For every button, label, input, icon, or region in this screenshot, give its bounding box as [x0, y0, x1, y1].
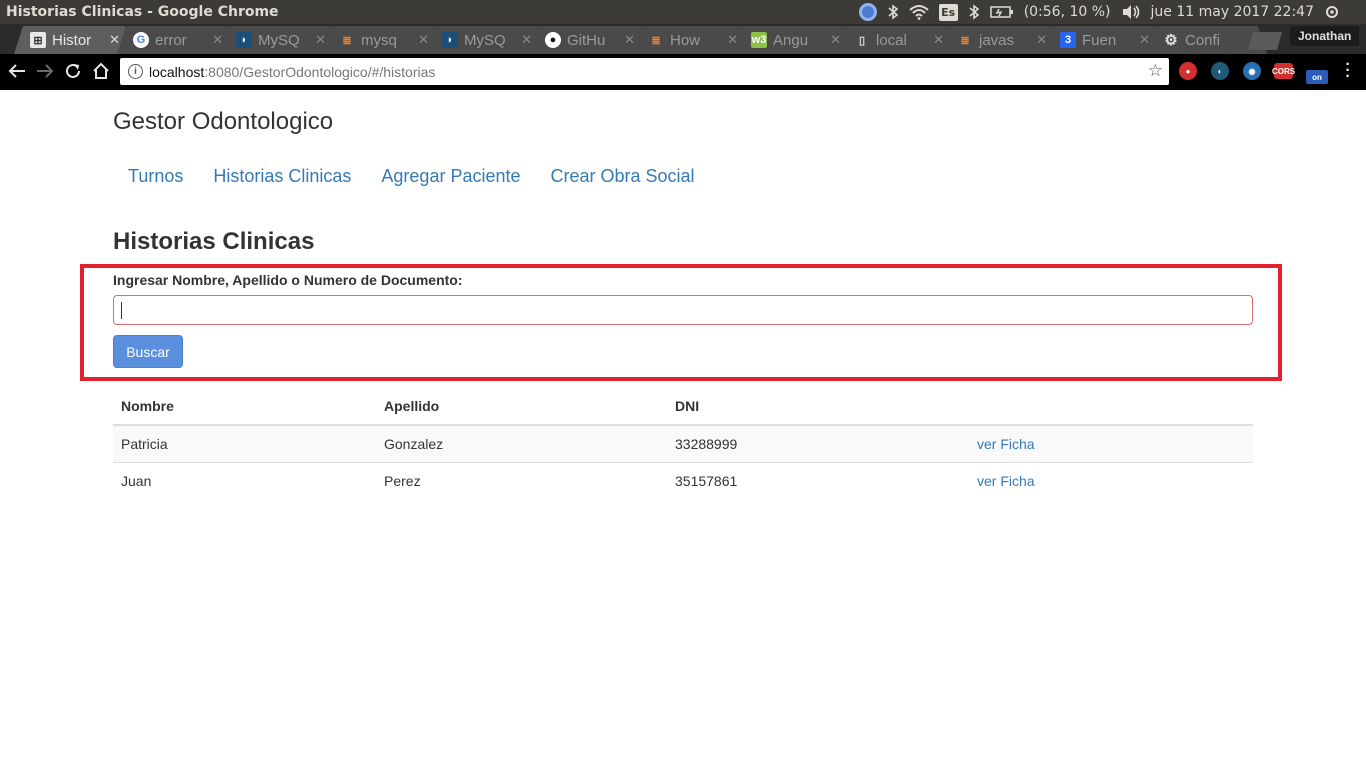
close-icon[interactable]: ✕: [830, 32, 841, 48]
battery-status: (0:56, 10 %): [1023, 4, 1111, 20]
close-icon[interactable]: ✕: [1036, 32, 1047, 48]
tab-historias[interactable]: ⊞ Histor ✕: [14, 26, 134, 54]
close-icon[interactable]: ✕: [624, 32, 635, 48]
tab-mysql-1[interactable]: ◗ MySQ ✕: [220, 26, 340, 54]
url-path: :8080/GestorOdontologico/#/historias: [204, 63, 436, 80]
bluetooth-icon[interactable]: [968, 4, 980, 20]
reload-button[interactable]: [62, 60, 84, 82]
adblock-icon[interactable]: ●: [1179, 62, 1197, 80]
tab-angular[interactable]: w3 Angu ✕: [735, 26, 855, 54]
tab-strip: ⊞ Histor ✕ G error ✕ ◗ MySQ ✕ ≣ mysq ✕ ◗…: [0, 24, 1366, 54]
text-caret: [121, 302, 122, 319]
os-tray: Es (0:56, 10 %) jue 11 may 2017 22:47: [858, 3, 1366, 21]
volume-icon[interactable]: [1121, 4, 1141, 20]
cell-nombre: Patricia: [113, 424, 376, 462]
close-icon[interactable]: ✕: [933, 32, 944, 48]
ver-ficha-link[interactable]: ver Ficha: [977, 436, 1035, 452]
cell-apellido: Perez: [376, 461, 667, 499]
clock[interactable]: jue 11 may 2017 22:47: [1151, 4, 1314, 20]
close-icon[interactable]: ✕: [109, 32, 120, 48]
col-apellido: Apellido: [376, 388, 667, 426]
url-host: localhost: [149, 63, 205, 80]
close-icon[interactable]: ✕: [315, 32, 326, 48]
close-icon[interactable]: ✕: [418, 32, 429, 48]
globe-icon[interactable]: ◉: [1243, 62, 1261, 80]
tab-github[interactable]: ● GitHu ✕: [529, 26, 649, 54]
profile-button[interactable]: Jonathan: [1290, 26, 1360, 46]
col-dni: DNI: [667, 388, 969, 426]
wifi-icon[interactable]: [909, 4, 929, 20]
search-input[interactable]: [113, 295, 1253, 325]
col-action: [969, 388, 1253, 426]
on-icon[interactable]: on: [1306, 70, 1328, 84]
info-icon[interactable]: i: [128, 64, 143, 79]
cell-apellido: Gonzalez: [376, 424, 667, 462]
app-brand[interactable]: Gestor Odontologico: [113, 108, 333, 136]
main-nav: Turnos Historias Clinicas Agregar Pacien…: [113, 164, 710, 188]
w3-icon: w3: [751, 34, 767, 46]
cell-nombre: Juan: [113, 461, 376, 499]
nav-agregar-paciente[interactable]: Agregar Paciente: [366, 164, 535, 188]
os-top-bar: Historias Clinicas - Google Chrome Es (0…: [0, 0, 1366, 24]
mysql-icon: ◗: [236, 32, 252, 48]
css3-icon: 3: [1060, 32, 1076, 48]
mysql-icon: ◗: [442, 32, 458, 48]
google-icon: G: [133, 32, 149, 48]
nav-historias-clinicas[interactable]: Historias Clinicas: [198, 164, 366, 188]
search-label: Ingresar Nombre, Apellido o Numero de Do…: [113, 272, 463, 288]
close-icon[interactable]: ✕: [1139, 32, 1150, 48]
tab-mysql-2[interactable]: ◗ MySQ ✕: [426, 26, 546, 54]
tab-javascript[interactable]: ≣ javas ✕: [941, 26, 1061, 54]
nav-crear-obra-social[interactable]: Crear Obra Social: [536, 164, 710, 188]
cast-icon[interactable]: ◐: [1211, 62, 1229, 80]
keyboard-language-indicator[interactable]: Es: [938, 3, 958, 21]
page-icon: ▯: [858, 34, 866, 47]
new-tab-button[interactable]: [1248, 32, 1282, 50]
col-nombre: Nombre: [113, 388, 376, 426]
search-button[interactable]: Buscar: [113, 335, 183, 368]
power-gear-icon[interactable]: [1324, 4, 1340, 20]
browser-menu-icon[interactable]: · · ·: [1342, 57, 1354, 85]
battery-icon[interactable]: [989, 5, 1014, 19]
github-icon: ●: [545, 32, 561, 48]
page-title: Historias Clinicas: [113, 228, 315, 255]
address-bar[interactable]: i localhost :8080/GestorOdontologico/#/h…: [120, 58, 1169, 85]
tab-error[interactable]: G error ✕: [117, 26, 237, 54]
patients-table: Nombre Apellido DNI Patricia Gonzalez 33…: [113, 388, 1253, 499]
gear-icon: ⚙: [1164, 32, 1178, 49]
home-button[interactable]: [90, 60, 112, 82]
stackoverflow-icon: ≣: [960, 34, 970, 47]
ver-ficha-link[interactable]: ver Ficha: [977, 473, 1035, 489]
bookmark-star-icon[interactable]: ☆: [1148, 61, 1163, 81]
close-icon[interactable]: ✕: [727, 32, 738, 48]
nav-turnos[interactable]: Turnos: [113, 164, 198, 188]
cors-icon[interactable]: CORS: [1272, 63, 1295, 79]
forward-button[interactable]: [34, 60, 56, 82]
tab-how[interactable]: ≣ How ✕: [632, 26, 752, 54]
close-icon[interactable]: ✕: [212, 32, 223, 48]
tab-localhost[interactable]: ▯ local ✕: [838, 26, 958, 54]
stackoverflow-icon: ≣: [651, 34, 661, 47]
table-row: Juan Perez 35157861 ver Ficha: [113, 461, 1253, 499]
cell-action: ver Ficha: [969, 461, 1253, 499]
document-icon: ⊞: [30, 32, 46, 48]
cell-dni: 35157861: [667, 461, 969, 499]
close-icon[interactable]: ✕: [521, 32, 532, 48]
back-button[interactable]: [6, 60, 28, 82]
stackoverflow-icon: ≣: [342, 34, 352, 47]
tab-fuentes[interactable]: 3 Fuen ✕: [1044, 26, 1164, 54]
tab-mysq[interactable]: ≣ mysq ✕: [323, 26, 443, 54]
bluetooth-icon[interactable]: [887, 4, 899, 20]
page-content: Gestor Odontologico Turnos Historias Cli…: [0, 90, 1366, 768]
chromium-icon[interactable]: [858, 3, 877, 21]
cell-dni: 33288999: [667, 424, 969, 462]
window-title: Historias Clinicas - Google Chrome: [6, 4, 279, 20]
table-row: Patricia Gonzalez 33288999 ver Ficha: [113, 424, 1253, 462]
cell-action: ver Ficha: [969, 424, 1253, 462]
table-header-row: Nombre Apellido DNI: [113, 388, 1253, 426]
